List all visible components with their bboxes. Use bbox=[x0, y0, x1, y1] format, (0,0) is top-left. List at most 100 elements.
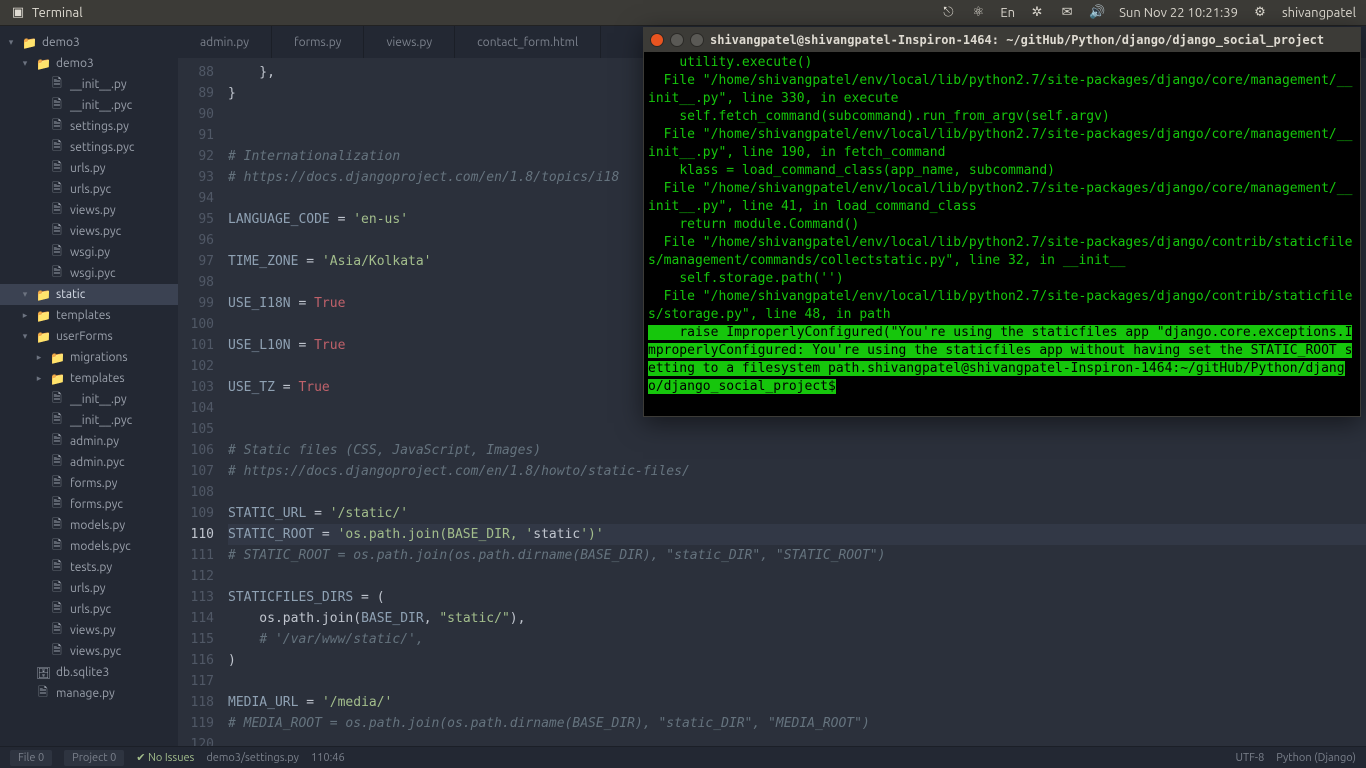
tree-twisty-icon[interactable] bbox=[20, 58, 30, 69]
tree-file-models-py[interactable]: 🗎models.py bbox=[0, 515, 178, 536]
tree-folder-templates[interactable]: 📁templates bbox=[0, 305, 178, 326]
tree-folder-migrations[interactable]: 📁migrations bbox=[0, 347, 178, 368]
bluetooth-icon[interactable]: ✲ bbox=[1029, 5, 1045, 21]
project-sidebar[interactable]: 📁demo3📁demo3🗎__init__.py🗎__init__.pyc🗎se… bbox=[0, 26, 178, 746]
tree-file--init-py[interactable]: 🗎__init__.py bbox=[0, 74, 178, 95]
file-icon: 🗎 bbox=[50, 74, 64, 95]
tree-item-label: tests.py bbox=[70, 561, 178, 574]
file-icon: 🗎 bbox=[50, 95, 64, 116]
terminal-output[interactable]: utility.execute() File "/home/shivangpat… bbox=[644, 52, 1360, 416]
window-maximize-button[interactable] bbox=[690, 33, 704, 47]
system-menubar: ▣ Terminal ⎋ ⚛ En ✲ ✉ 🔊 Sun Nov 22 10:21… bbox=[0, 0, 1366, 26]
file-icon: 🗎 bbox=[50, 473, 64, 494]
terminal-title: shivangpatel@shivangpatel-Inspiron-1464:… bbox=[710, 33, 1324, 47]
status-project-count[interactable]: Project 0 bbox=[64, 750, 124, 766]
tree-item-label: templates bbox=[56, 309, 178, 322]
window-close-button[interactable] bbox=[650, 33, 664, 47]
tree-file-urls-pyc[interactable]: 🗎urls.pyc bbox=[0, 179, 178, 200]
terminal-window[interactable]: shivangpatel@shivangpatel-Inspiron-1464:… bbox=[643, 27, 1361, 417]
file-icon: 🗎 bbox=[50, 116, 64, 137]
file-icon: 🗎 bbox=[50, 557, 64, 578]
status-bar: File 0 Project 0 ✔ No Issues demo3/setti… bbox=[0, 746, 1366, 768]
tree-folder-demo3[interactable]: 📁demo3 bbox=[0, 32, 178, 53]
status-encoding[interactable]: UTF-8 bbox=[1235, 752, 1264, 764]
tab-admin-py[interactable]: admin.py bbox=[178, 26, 272, 58]
wifi-icon[interactable]: ⚛ bbox=[970, 5, 986, 21]
tree-file-views-py[interactable]: 🗎views.py bbox=[0, 200, 178, 221]
tree-item-label: migrations bbox=[70, 351, 178, 364]
tree-file-wsgi-py[interactable]: 🗎wsgi.py bbox=[0, 242, 178, 263]
terminal-titlebar[interactable]: shivangpatel@shivangpatel-Inspiron-1464:… bbox=[644, 28, 1360, 52]
tree-twisty-icon[interactable] bbox=[6, 37, 16, 48]
tree-file-urls-py[interactable]: 🗎urls.py bbox=[0, 158, 178, 179]
tree-file-forms-pyc[interactable]: 🗎 forms.pyc bbox=[0, 494, 178, 515]
file-icon: 🗎 bbox=[50, 578, 64, 599]
file-icon: 🗎 bbox=[50, 452, 64, 473]
tree-file-admin-py[interactable]: 🗎admin.py bbox=[0, 431, 178, 452]
tree-file-views-pyc[interactable]: 🗎views.pyc bbox=[0, 641, 178, 662]
tree-file-db-sqlite3[interactable]: 🗄db.sqlite3 bbox=[0, 662, 178, 683]
tree-item-label: userForms bbox=[56, 330, 178, 343]
volume-icon[interactable]: 🔊 bbox=[1089, 5, 1105, 21]
network-icon[interactable]: ⎋ bbox=[940, 5, 956, 21]
tab-contact-form-html[interactable]: contact_form.html bbox=[455, 26, 601, 58]
tree-file-models-pyc[interactable]: 🗎models.pyc bbox=[0, 536, 178, 557]
file-icon: 🗎 bbox=[50, 158, 64, 179]
tree-file--init-pyc[interactable]: 🗎__init__.pyc bbox=[0, 95, 178, 116]
tree-file--init-py[interactable]: 🗎__init__.py bbox=[0, 389, 178, 410]
mail-icon[interactable]: ✉ bbox=[1059, 5, 1075, 21]
tree-file--init-pyc[interactable]: 🗎__init__.pyc bbox=[0, 410, 178, 431]
tree-item-label: views.py bbox=[70, 624, 178, 637]
session-user[interactable]: shivangpatel bbox=[1282, 6, 1356, 20]
window-minimize-button[interactable] bbox=[670, 33, 684, 47]
tree-item-label: views.pyc bbox=[70, 225, 178, 238]
tree-file-urls-pyc[interactable]: 🗎urls.pyc bbox=[0, 599, 178, 620]
tree-file-admin-pyc[interactable]: 🗎 admin.pyc bbox=[0, 452, 178, 473]
file-icon: 🗎 bbox=[50, 494, 64, 515]
tree-folder-demo3[interactable]: 📁 demo3 bbox=[0, 53, 178, 74]
tree-item-label: settings.pyc bbox=[70, 141, 178, 154]
keyboard-lang[interactable]: En bbox=[1000, 6, 1015, 20]
folder-icon: 📁 bbox=[36, 330, 50, 344]
status-file-path[interactable]: demo3/settings.py bbox=[206, 752, 299, 764]
tree-file-forms-py[interactable]: 🗎forms.py bbox=[0, 473, 178, 494]
folder-icon: 📁 bbox=[36, 57, 50, 71]
file-icon: 🗎 bbox=[50, 389, 64, 410]
tree-twisty-icon[interactable] bbox=[34, 352, 44, 363]
status-file-count[interactable]: File 0 bbox=[10, 750, 52, 766]
tree-file-views-pyc[interactable]: 🗎 views.pyc bbox=[0, 221, 178, 242]
tab-views-py[interactable]: views.py bbox=[364, 26, 455, 58]
tree-file-manage-py[interactable]: 🗎manage.py bbox=[0, 683, 178, 704]
tree-twisty-icon[interactable] bbox=[34, 373, 44, 384]
tree-item-label: wsgi.pyc bbox=[70, 267, 178, 280]
tree-twisty-icon[interactable] bbox=[20, 331, 30, 342]
file-icon: 🗎 bbox=[50, 641, 64, 662]
tree-item-label: admin.py bbox=[70, 435, 178, 448]
tree-file-tests-py[interactable]: 🗎 tests.py bbox=[0, 557, 178, 578]
window-app-title: Terminal bbox=[32, 6, 83, 20]
tree-folder-static[interactable]: 📁static bbox=[0, 284, 178, 305]
tree-item-label: db.sqlite3 bbox=[56, 666, 178, 679]
tree-file-urls-py[interactable]: 🗎urls.py bbox=[0, 578, 178, 599]
clock[interactable]: Sun Nov 22 10:21:39 bbox=[1119, 6, 1238, 20]
file-icon: 🗎 bbox=[36, 683, 50, 704]
tree-file-views-py[interactable]: 🗎views.py bbox=[0, 620, 178, 641]
tree-file-settings-pyc[interactable]: 🗎settings.pyc bbox=[0, 137, 178, 158]
tree-twisty-icon[interactable] bbox=[20, 289, 30, 300]
status-language-mode[interactable]: Python (Django) bbox=[1276, 752, 1356, 764]
tree-folder-templates[interactable]: 📁templates bbox=[0, 368, 178, 389]
tree-folder-userforms[interactable]: 📁 userForms bbox=[0, 326, 178, 347]
tree-file-wsgi-pyc[interactable]: 🗎wsgi.pyc bbox=[0, 263, 178, 284]
tree-item-label: forms.pyc bbox=[70, 498, 178, 511]
status-issues[interactable]: ✔ No Issues bbox=[136, 751, 194, 764]
file-icon: 🗎 bbox=[50, 221, 64, 242]
tree-item-label: templates bbox=[70, 372, 178, 385]
tree-item-label: demo3 bbox=[56, 57, 178, 70]
tree-item-label: admin.pyc bbox=[70, 456, 178, 469]
tree-twisty-icon[interactable] bbox=[20, 310, 30, 321]
gear-icon[interactable]: ⚙ bbox=[1252, 5, 1268, 21]
tab-forms-py[interactable]: forms.py bbox=[272, 26, 364, 58]
tree-item-label: views.py bbox=[70, 204, 178, 217]
tree-file-settings-py[interactable]: 🗎settings.py bbox=[0, 116, 178, 137]
tree-item-label: static bbox=[56, 288, 178, 301]
